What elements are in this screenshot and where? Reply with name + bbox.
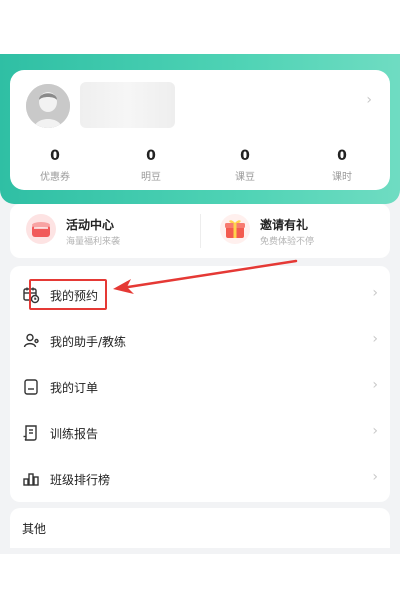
- annotation-arrow: [113, 259, 298, 294]
